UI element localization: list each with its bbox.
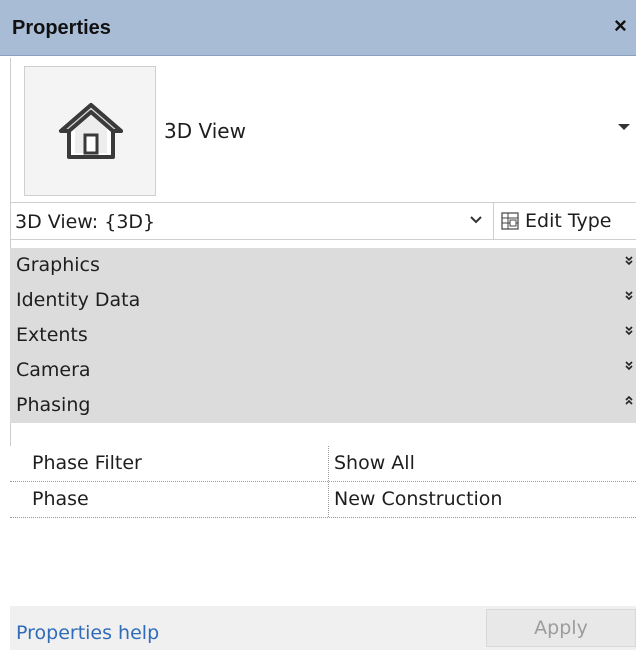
group-label: Extents <box>16 324 88 346</box>
type-name: 3D View <box>164 119 246 143</box>
group-label: Camera <box>16 359 91 381</box>
properties-palette: Properties × 3D View 3D View: {3D} Edit … <box>0 0 636 661</box>
group-label: Phasing <box>16 394 91 416</box>
group-label: Identity Data <box>16 289 141 311</box>
property-row-phase-filter: Phase Filter Show All <box>10 446 636 482</box>
properties-help-link[interactable]: Properties help <box>16 622 159 644</box>
edit-type-label: Edit Type <box>525 210 612 232</box>
group-extents[interactable]: Extents <box>10 318 636 353</box>
palette-title: Properties <box>12 17 111 39</box>
double-chevron-down-icon <box>625 361 633 371</box>
property-value[interactable]: New Construction <box>334 488 502 510</box>
group-graphics[interactable]: Graphics <box>10 248 636 283</box>
instance-selector-row: 3D View: {3D} Edit Type <box>10 202 636 240</box>
property-value[interactable]: Show All <box>334 452 415 474</box>
double-chevron-down-icon <box>625 326 633 336</box>
double-chevron-down-icon <box>625 256 633 266</box>
instance-filter-dropdown[interactable]: 3D View: {3D} <box>10 203 494 239</box>
property-name: Phase Filter <box>32 452 142 474</box>
group-phasing[interactable]: Phasing <box>10 388 636 423</box>
type-selector[interactable]: 3D View <box>10 58 636 202</box>
chevron-down-icon <box>470 216 482 224</box>
property-row-phase: Phase New Construction <box>10 482 636 518</box>
property-name: Phase <box>32 488 89 510</box>
property-groups: Graphics Identity Data Extents Camera Ph… <box>10 248 636 423</box>
edit-type-icon <box>501 212 519 230</box>
house-icon <box>59 103 123 159</box>
group-label: Graphics <box>16 254 100 276</box>
edit-type-button[interactable]: Edit Type <box>501 203 636 239</box>
apply-button[interactable]: Apply <box>486 609 636 647</box>
double-chevron-down-icon <box>625 291 633 301</box>
close-icon[interactable]: × <box>614 14 636 38</box>
group-camera[interactable]: Camera <box>10 353 636 388</box>
double-chevron-up-icon <box>625 395 633 405</box>
type-thumbnail <box>24 66 156 196</box>
palette-footer: Properties help Apply <box>10 606 636 650</box>
properties-empty-area <box>10 518 636 606</box>
title-bar[interactable]: Properties × <box>0 0 636 56</box>
instance-filter-label: 3D View: {3D} <box>15 211 156 233</box>
group-identity-data[interactable]: Identity Data <box>10 283 636 318</box>
bottom-margin <box>0 652 636 661</box>
type-dropdown-arrow-icon[interactable] <box>614 116 634 136</box>
property-rows: Phase Filter Show All Phase New Construc… <box>10 446 636 518</box>
